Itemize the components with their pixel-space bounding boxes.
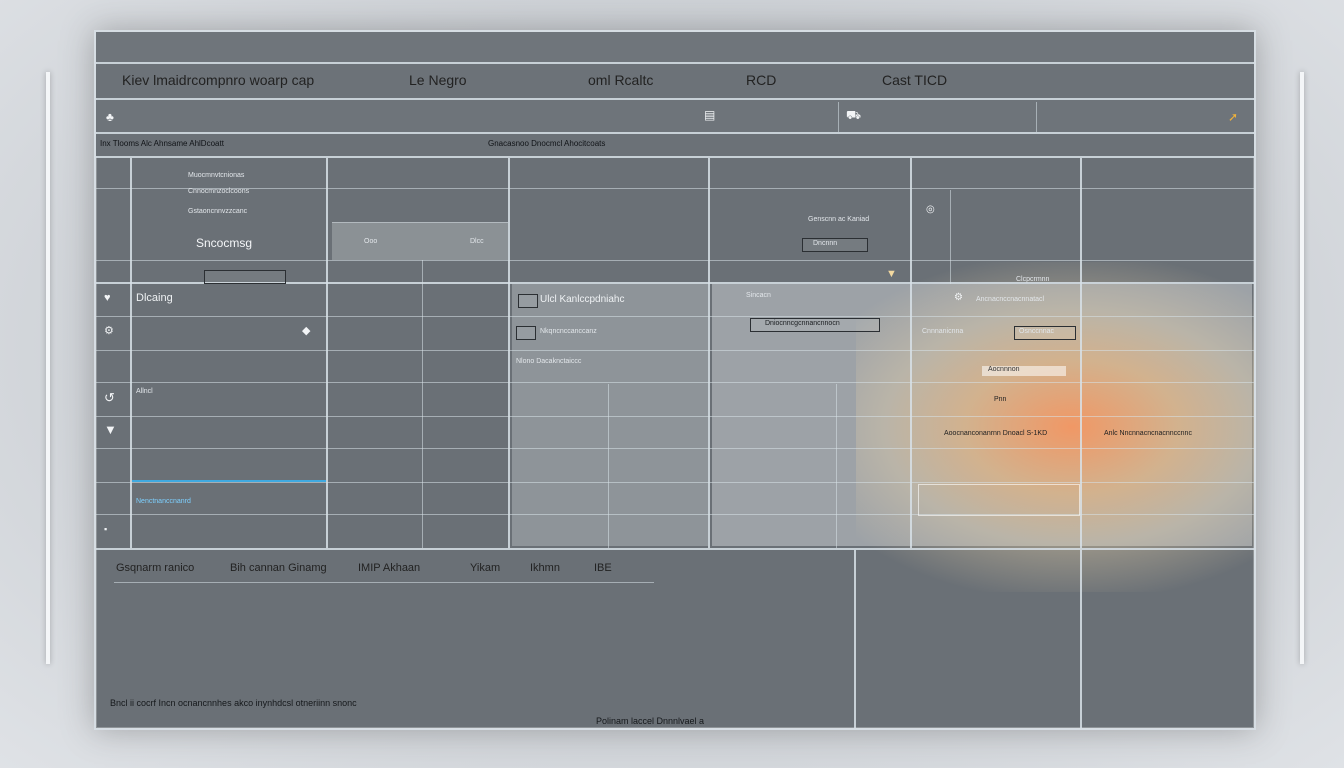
grid-line bbox=[96, 382, 1254, 383]
grid-line bbox=[96, 316, 1254, 317]
left-panel-row: Muocmnvtcnionas bbox=[188, 172, 245, 179]
grid-line bbox=[950, 190, 951, 284]
col2-header: Ooo Dlcc bbox=[332, 222, 508, 260]
tree-icon[interactable]: ♣ bbox=[106, 110, 114, 124]
col5-bar-text: Aocnnnon bbox=[988, 366, 1020, 373]
divider bbox=[1080, 550, 1082, 728]
grid-line bbox=[608, 384, 609, 548]
col4-field-value: Dniocnncgcnnancnnocn bbox=[765, 320, 840, 327]
selection-underline bbox=[132, 480, 326, 482]
divider bbox=[508, 158, 510, 548]
dropdown-arrow-icon[interactable]: ▼ bbox=[886, 268, 897, 280]
left-panel-row: Cnnocmnzoclcoons bbox=[188, 188, 250, 195]
grid-line bbox=[96, 188, 1254, 189]
grid-line bbox=[96, 350, 1254, 351]
col4-heading: Genscnn ac Kaniad bbox=[808, 216, 870, 223]
grid-line bbox=[96, 416, 1254, 417]
divider bbox=[910, 158, 912, 548]
gear-icon[interactable]: ⚙ bbox=[104, 324, 114, 337]
divider bbox=[838, 102, 839, 132]
inbox-icon[interactable]: ▤ bbox=[704, 108, 715, 122]
car-icon[interactable]: ⛟ bbox=[846, 108, 861, 124]
divider bbox=[708, 158, 710, 548]
col5-row: Ancnacnccnacnnatacl bbox=[976, 296, 1045, 303]
title-bar bbox=[96, 32, 1254, 62]
left-panel-title: Sncocmsg bbox=[196, 236, 253, 250]
grid-line bbox=[836, 384, 837, 548]
grid-line bbox=[96, 260, 1254, 261]
divider bbox=[1080, 158, 1082, 548]
app-window: Kiev lmaidrcompnro woarp cap Le Negro om… bbox=[94, 30, 1256, 730]
grid-line bbox=[96, 482, 1254, 483]
col5-row: Anlc Nncnnacncnacnnccnnc bbox=[1104, 430, 1192, 437]
pane bbox=[512, 284, 708, 546]
status-text-secondary: Polinam laccel Dnnnlvael a bbox=[596, 716, 705, 726]
left-edge-bar bbox=[46, 72, 50, 664]
bottom-tab[interactable]: Ikhmn bbox=[530, 562, 560, 574]
col3-row: Ulcl Kanlccpdniahc bbox=[540, 294, 625, 305]
col4-field-value: Dncnnn bbox=[813, 240, 838, 247]
circle-icon: ◎ bbox=[926, 204, 935, 215]
chevron-diamond-icon[interactable]: ◆ bbox=[302, 324, 310, 337]
grid-line bbox=[422, 260, 423, 548]
left-panel-item: Allncl bbox=[136, 388, 153, 395]
menu-item-4[interactable]: RCD bbox=[746, 72, 776, 88]
divider bbox=[1036, 102, 1037, 132]
triangle-down-icon[interactable]: ▼ bbox=[104, 422, 117, 437]
refresh-icon[interactable]: ↺ bbox=[104, 390, 115, 406]
subheader: Inx Tlooms Alc Ahnsame AhlDcoatt Gnacasn… bbox=[96, 134, 1254, 156]
col5-row: Aoocnanconanrnn Dnoacl S-1KD bbox=[944, 430, 1048, 437]
divider bbox=[326, 158, 328, 548]
heart-icon[interactable]: ♥ bbox=[104, 292, 111, 304]
bottom-tab[interactable]: Yikam bbox=[470, 562, 500, 574]
bottom-tab[interactable]: IMIP Akhaan bbox=[358, 562, 420, 574]
left-panel-row: Gstaoncnnvzzcanc bbox=[188, 208, 248, 215]
settings-icon[interactable]: ⚙ bbox=[954, 292, 963, 303]
col2-label: Ooo bbox=[364, 238, 378, 245]
menu-item-5[interactable]: Cast TICD bbox=[882, 72, 947, 88]
bottom-tab[interactable]: Bih cannan Ginamg bbox=[230, 562, 327, 574]
menu-bar: Kiev lmaidrcompnro woarp cap Le Negro om… bbox=[96, 64, 1254, 98]
col5-badge-text: Osnccnnac bbox=[1019, 328, 1055, 335]
checkbox[interactable] bbox=[518, 294, 538, 308]
left-panel-item[interactable]: Dlcaing bbox=[136, 292, 173, 304]
divider bbox=[854, 550, 856, 728]
divider bbox=[114, 582, 654, 583]
bottom-tab[interactable]: IBE bbox=[594, 562, 612, 574]
col5-row: Pnn bbox=[994, 396, 1007, 403]
toolbar: ♣ ▤ ⛟ ➚ bbox=[96, 100, 1254, 132]
document-icon[interactable]: ▪ bbox=[104, 524, 107, 534]
divider bbox=[130, 158, 132, 548]
bottom-tab[interactable]: Gsqnarm ranico bbox=[116, 562, 194, 574]
status-text: Bncl ii cocrf Incn ocnancnnhes akco inyn… bbox=[110, 698, 357, 708]
menu-item-3[interactable]: oml Rcaltc bbox=[588, 72, 653, 88]
col5-tab[interactable]: Clcpcrmnn bbox=[1016, 276, 1049, 283]
subheader-left: Inx Tlooms Alc Ahnsame AhlDcoatt bbox=[100, 139, 224, 148]
col2-label: Dlcc bbox=[470, 238, 484, 245]
arrow-right-icon[interactable]: ➚ bbox=[1228, 110, 1238, 124]
col4-field[interactable]: Dniocnncgcnnancnnocn bbox=[750, 318, 880, 332]
col5-row: Cnnnanicnna bbox=[922, 328, 964, 335]
col4-field[interactable]: Dncnnn bbox=[802, 238, 868, 252]
subheader-center: Gnacasnoo Dnocmcl Ahocitcoats bbox=[488, 139, 606, 148]
col5-bar: Aocnnnon bbox=[982, 366, 1066, 376]
left-panel-input[interactable] bbox=[204, 270, 286, 284]
col5-box[interactable] bbox=[918, 484, 1080, 516]
left-panel-link[interactable]: Nenctnanccnanrd bbox=[136, 498, 191, 505]
checkbox[interactable] bbox=[516, 326, 536, 340]
col3-row: Nkqncnccanccanz bbox=[540, 328, 597, 335]
bottom-tabs: Gsqnarm ranico Bih cannan Ginamg IMIP Ak… bbox=[96, 550, 854, 580]
menu-item-2[interactable]: Le Negro bbox=[409, 72, 467, 88]
grid-line bbox=[96, 514, 1254, 515]
menu-item-1[interactable]: Kiev lmaidrcompnro woarp cap bbox=[122, 72, 314, 88]
grid-line bbox=[96, 448, 1254, 449]
right-edge-bar bbox=[1300, 72, 1304, 664]
col4-label: Sincacn bbox=[746, 292, 771, 299]
col5-badge[interactable]: Osnccnnac bbox=[1014, 326, 1076, 340]
col3-row: Nlono Dacaknctaiccc bbox=[516, 358, 582, 365]
